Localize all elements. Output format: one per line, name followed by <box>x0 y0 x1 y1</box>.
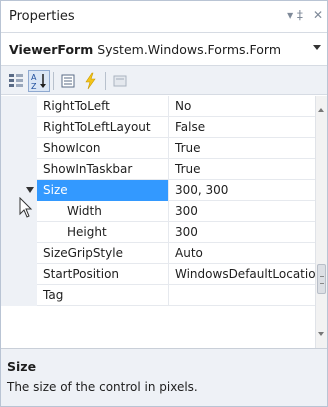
properties-icon[interactable] <box>57 70 79 92</box>
property-name: Size <box>37 180 169 201</box>
property-row-selected[interactable]: Size 300, 300 <box>1 180 315 201</box>
property-row[interactable]: SizeGripStyle Auto <box>1 243 315 264</box>
property-row[interactable]: StartPosition WindowsDefaultLocation <box>1 264 315 285</box>
property-name: Tag <box>37 285 169 306</box>
window-title: Properties <box>9 9 75 24</box>
property-value[interactable] <box>170 285 315 306</box>
property-name: Height <box>37 222 169 243</box>
property-grid: RightToLeft No RightToLeftLayout False S… <box>1 96 315 348</box>
property-value[interactable]: 300 <box>170 201 315 222</box>
property-row[interactable]: RightToLeft No <box>1 96 315 117</box>
property-value[interactable]: Auto <box>170 243 315 264</box>
property-value[interactable]: 300 <box>170 222 315 243</box>
svg-text:Z: Z <box>31 82 37 91</box>
close-icon[interactable]: ✕ <box>311 7 325 23</box>
property-name: Width <box>37 201 169 222</box>
property-row[interactable]: Height 300 <box>1 222 315 243</box>
property-row[interactable]: ShowIcon True <box>1 138 315 159</box>
properties-window: Properties ▾ ‡ ✕ ViewerForm System.Windo… <box>0 0 328 407</box>
title-bar: Properties ▾ ‡ ✕ <box>1 1 327 33</box>
chevron-down-icon[interactable] <box>313 45 321 50</box>
property-name: StartPosition <box>37 264 169 285</box>
pin-icon[interactable]: ▾ ‡ <box>279 7 311 23</box>
properties-toolbar: A Z <box>1 65 327 95</box>
property-name: SizeGripStyle <box>37 243 169 264</box>
property-name: ShowIcon <box>37 138 169 159</box>
property-value[interactable]: False <box>170 117 315 138</box>
property-name: RightToLeftLayout <box>37 117 169 138</box>
events-icon[interactable] <box>80 70 102 92</box>
object-selector[interactable]: ViewerForm System.Windows.Forms.Form <box>1 35 327 65</box>
collapse-icon[interactable] <box>26 187 34 193</box>
categorized-icon[interactable] <box>5 70 27 92</box>
svg-text:A: A <box>31 73 37 82</box>
property-row[interactable]: Width 300 <box>1 201 315 222</box>
vertical-scrollbar[interactable] <box>315 96 327 348</box>
property-name: RightToLeft <box>37 96 169 117</box>
scroll-down-icon[interactable] <box>318 332 324 336</box>
property-name: ShowInTaskbar <box>37 159 169 180</box>
description-text: The size of the control in pixels. <box>7 380 198 394</box>
property-value[interactable]: WindowsDefaultLocation <box>170 264 315 285</box>
property-row[interactable]: ShowInTaskbar True <box>1 159 315 180</box>
property-value[interactable]: True <box>170 159 315 180</box>
mouse-cursor-icon <box>19 197 33 218</box>
property-pages-icon[interactable] <box>109 70 131 92</box>
property-row[interactable]: RightToLeftLayout False <box>1 117 315 138</box>
property-row[interactable]: Tag <box>1 285 315 306</box>
object-type: System.Windows.Forms.Form <box>97 42 282 57</box>
scrollbar-thumb[interactable] <box>317 264 326 294</box>
property-value[interactable]: No <box>170 96 315 117</box>
property-value[interactable]: True <box>170 138 315 159</box>
description-title: Size <box>7 359 37 374</box>
scroll-up-icon[interactable] <box>318 108 324 112</box>
alphabetical-icon[interactable]: A Z <box>28 70 50 92</box>
object-name: ViewerForm <box>9 42 94 57</box>
property-value[interactable]: 300, 300 <box>170 180 315 201</box>
description-pane: Size The size of the control in pixels. <box>1 348 327 406</box>
